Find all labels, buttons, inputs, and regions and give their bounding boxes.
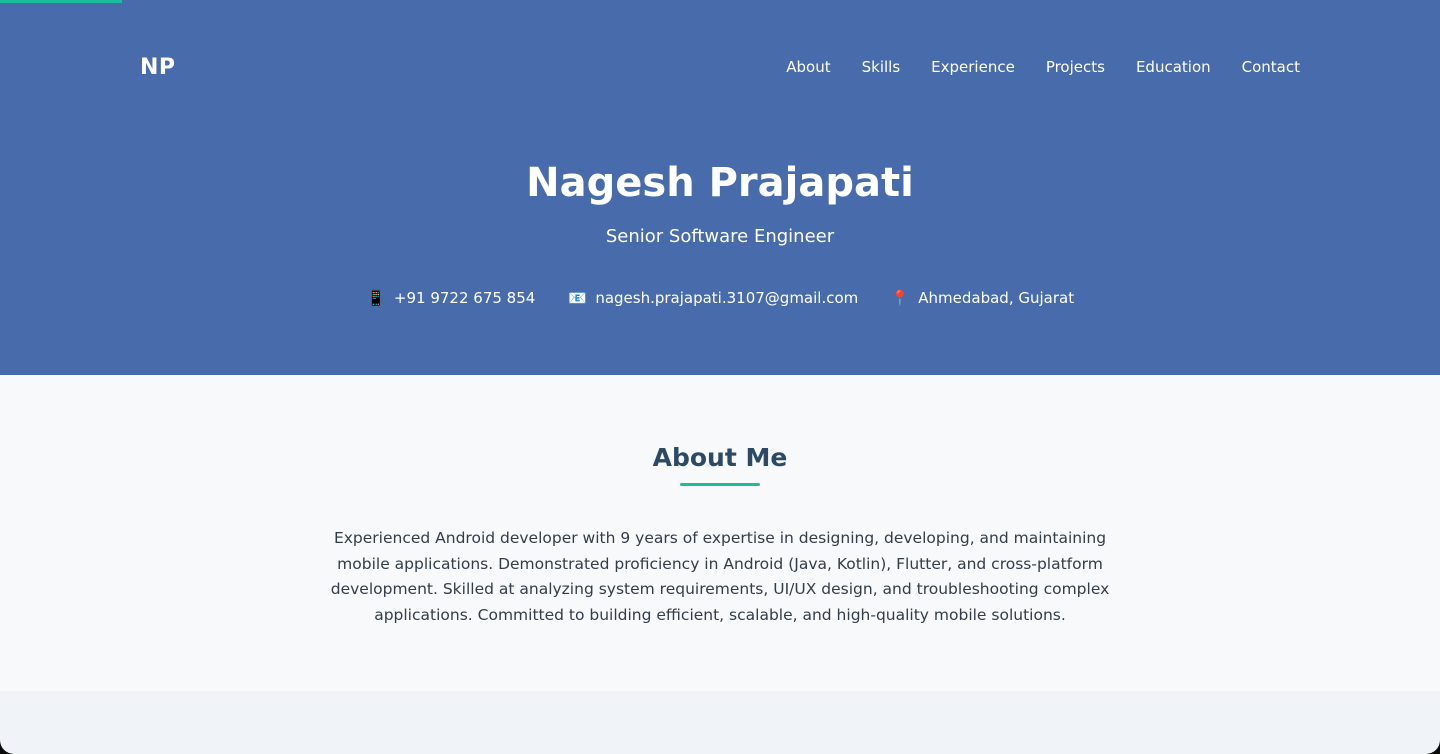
- contact-phone[interactable]: 📱 +91 9722 675 854: [366, 286, 536, 310]
- about-section: About Me Experienced Android developer w…: [0, 375, 1440, 691]
- nav-link-projects[interactable]: Projects: [1046, 58, 1105, 76]
- contact-email-text: nagesh.prajapati.3107@gmail.com: [595, 289, 859, 307]
- contact-phone-text: +91 9722 675 854: [393, 289, 536, 307]
- contact-location: 📍 Ahmedabad, Gujarat: [890, 286, 1074, 310]
- nav-link-about[interactable]: About: [786, 58, 830, 76]
- mobile-phone-icon: 📱: [366, 289, 386, 307]
- nav-link-contact[interactable]: Contact: [1242, 58, 1300, 76]
- nav-link-experience[interactable]: Experience: [931, 58, 1015, 76]
- contact-email[interactable]: 📧 nagesh.prajapati.3107@gmail.com: [567, 286, 858, 310]
- nav-links: About Skills Experience Projects Educati…: [755, 58, 1300, 76]
- top-navigation: NP About Skills Experience Projects Educ…: [140, 52, 1300, 82]
- hero-job-title: Senior Software Engineer: [605, 226, 835, 247]
- nav-link-education[interactable]: Education: [1136, 58, 1211, 76]
- nav-link-skills[interactable]: Skills: [862, 58, 901, 76]
- portfolio-page: NP About Skills Experience Projects Educ…: [0, 0, 1440, 754]
- hero-section: NP About Skills Experience Projects Educ…: [0, 0, 1440, 375]
- location-pin-icon: 📍: [890, 289, 910, 307]
- scroll-progress-bar: [0, 0, 123, 3]
- contact-info: 📱 +91 9722 675 854 📧 nagesh.prajapati.31…: [0, 286, 1440, 310]
- contact-location-text: Ahmedabad, Gujarat: [918, 289, 1075, 307]
- about-description: Experienced Android developer with 9 yea…: [330, 529, 1110, 624]
- hero-name: Nagesh Prajapati: [526, 160, 914, 206]
- about-heading: About Me: [652, 443, 788, 472]
- about-heading-underline: [680, 483, 760, 486]
- logo[interactable]: NP: [140, 55, 176, 80]
- email-icon: 📧: [567, 289, 587, 307]
